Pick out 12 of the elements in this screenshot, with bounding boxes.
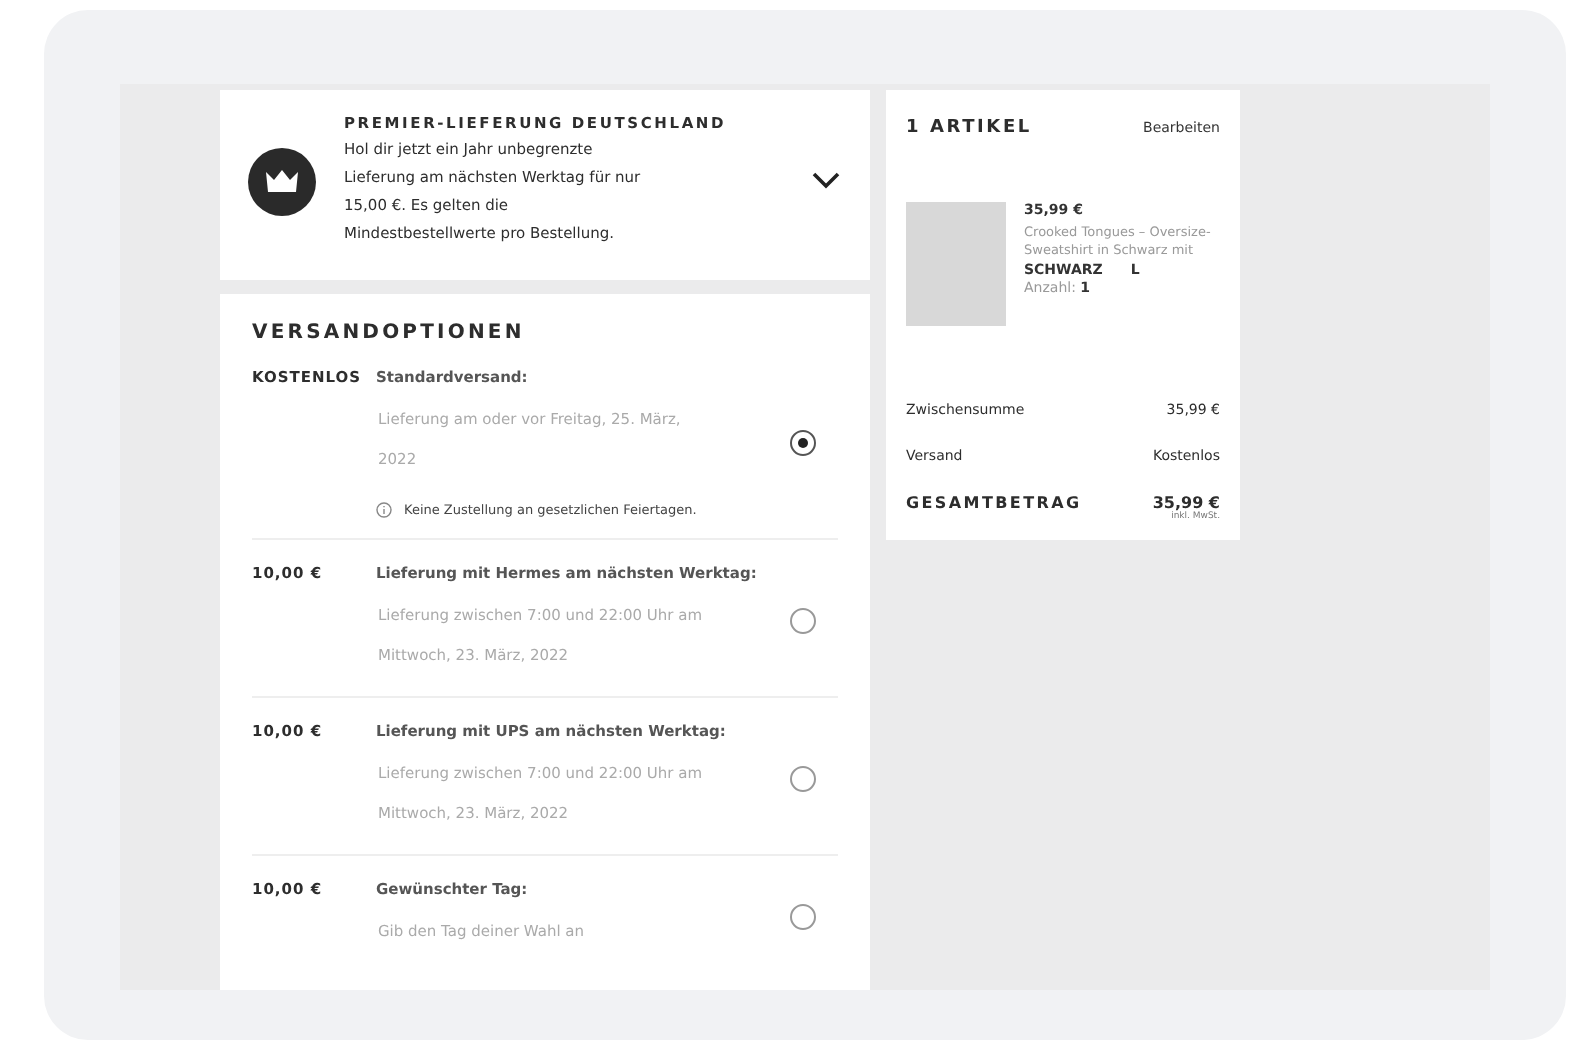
radio-button[interactable] (790, 765, 816, 791)
crown-icon (248, 147, 316, 215)
radio-button[interactable] (790, 430, 816, 456)
total-label: GESAMTBETRAG (906, 494, 1082, 512)
photo-placeholder (906, 202, 1006, 326)
chevron-icon (812, 172, 840, 190)
radio-button[interactable] (790, 607, 816, 633)
info-icon (376, 502, 392, 518)
total-value: 35,99 € (1152, 494, 1220, 512)
radio-button[interactable] (790, 903, 816, 929)
shipping-title: VERSANDOPTIONEN (252, 322, 527, 344)
cart-title: 1 ARTIKEL (906, 118, 1032, 138)
